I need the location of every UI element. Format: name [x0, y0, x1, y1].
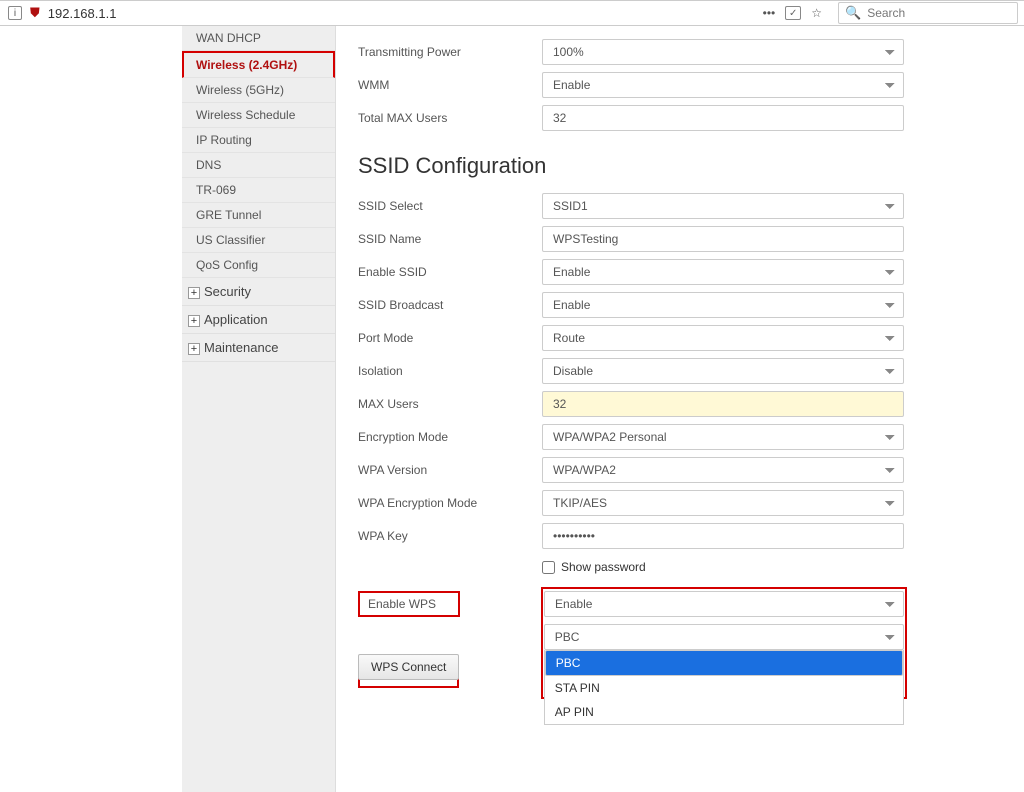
select-tx-power[interactable]: 100%	[542, 39, 904, 65]
sidebar-item-tr069[interactable]: TR-069	[182, 178, 335, 203]
sidebar-item-qos[interactable]: QoS Config	[182, 253, 335, 278]
expand-icon: +	[188, 315, 200, 327]
sidebar-item-wireless-5[interactable]: Wireless (5GHz)	[182, 78, 335, 103]
select-port-mode[interactable]: Route	[542, 325, 904, 351]
select-enable-ssid[interactable]: Enable	[542, 259, 904, 285]
label-wpa-enc: WPA Encryption Mode	[358, 496, 542, 510]
sidebar-item-wireless-24[interactable]: Wireless (2.4GHz)	[182, 51, 335, 78]
label-max-users: MAX Users	[358, 397, 542, 411]
select-wpa-enc[interactable]: TKIP/AES	[542, 490, 904, 516]
sidebar-item-wan-dhcp[interactable]: WAN DHCP	[182, 26, 335, 51]
option-ap-pin[interactable]: AP PIN	[545, 700, 903, 724]
label-port-mode: Port Mode	[358, 331, 542, 345]
dropdown-wps-mode: PBC STA PIN AP PIN	[544, 650, 904, 725]
wps-connect-button[interactable]: WPS Connect	[358, 654, 459, 680]
select-broadcast[interactable]: Enable	[542, 292, 904, 318]
row-tx-power: Transmitting Power 100%	[358, 39, 904, 65]
label-enable-ssid: Enable SSID	[358, 265, 542, 279]
sidebar-cat-label: Security	[204, 284, 251, 299]
input-ssid-name[interactable]	[542, 226, 904, 252]
sidebar-item-wireless-schedule[interactable]: Wireless Schedule	[182, 103, 335, 128]
sidebar-cat-label: Maintenance	[204, 340, 278, 355]
select-ssid[interactable]: SSID1	[542, 193, 904, 219]
label-show-password: Show password	[561, 560, 646, 574]
checkbox-show-password[interactable]	[542, 561, 555, 574]
label-wpa-version: WPA Version	[358, 463, 542, 477]
url-input[interactable]	[48, 6, 745, 21]
label-total-max-users: Total MAX Users	[358, 111, 542, 125]
shield-slash-icon[interactable]: ⛊	[30, 5, 40, 21]
input-total-max-users[interactable]	[542, 105, 904, 131]
row-total-max-users: Total MAX Users	[358, 105, 904, 131]
info-icon[interactable]: i	[8, 6, 22, 20]
sidebar-cat-application[interactable]: + Application	[182, 306, 335, 334]
option-sta-pin[interactable]: STA PIN	[545, 676, 903, 700]
sidebar-item-us-classifier[interactable]: US Classifier	[182, 228, 335, 253]
label-enc-mode: Encryption Mode	[358, 430, 542, 444]
input-max-users[interactable]	[542, 391, 904, 417]
select-enable-wps[interactable]: Enable	[544, 591, 904, 617]
search-icon: 🔍	[845, 5, 861, 21]
input-wpa-key[interactable]	[542, 523, 904, 549]
select-wps-mode[interactable]: PBC	[544, 624, 904, 650]
select-wmm[interactable]: Enable	[542, 72, 904, 98]
browser-search[interactable]: 🔍 Search	[838, 2, 1018, 24]
label-ssid-select: SSID Select	[358, 199, 542, 213]
label-enable-wps: Enable WPS	[358, 591, 460, 617]
sidebar-cat-label: Application	[204, 312, 268, 327]
select-isolation[interactable]: Disable	[542, 358, 904, 384]
more-icon[interactable]: •••	[763, 6, 776, 20]
expand-icon: +	[188, 343, 200, 355]
label-ssid-name: SSID Name	[358, 232, 542, 246]
select-enc-mode[interactable]: WPA/WPA2 Personal	[542, 424, 904, 450]
label-wpa-key: WPA Key	[358, 529, 542, 543]
pocket-icon[interactable]	[785, 6, 801, 20]
label-isolation: Isolation	[358, 364, 542, 378]
sidebar-cat-maintenance[interactable]: + Maintenance	[182, 334, 335, 362]
option-pbc[interactable]: PBC	[545, 650, 903, 676]
sidebar: WAN DHCP Wireless (2.4GHz) Wireless (5GH…	[182, 26, 336, 792]
main-content: Transmitting Power 100% WMM Enable Total…	[336, 26, 1024, 792]
label-tx-power: Transmitting Power	[358, 45, 542, 59]
sidebar-item-ip-routing[interactable]: IP Routing	[182, 128, 335, 153]
star-icon[interactable]: ☆	[811, 6, 822, 20]
label-broadcast: SSID Broadcast	[358, 298, 542, 312]
select-wpa-version[interactable]: WPA/WPA2	[542, 457, 904, 483]
sidebar-item-gre-tunnel[interactable]: GRE Tunnel	[182, 203, 335, 228]
row-wmm: WMM Enable	[358, 72, 904, 98]
search-placeholder: Search	[867, 6, 905, 20]
sidebar-cat-security[interactable]: + Security	[182, 278, 335, 306]
expand-icon: +	[188, 287, 200, 299]
section-title-ssid: SSID Configuration	[358, 153, 904, 179]
sidebar-item-dns[interactable]: DNS	[182, 153, 335, 178]
label-wmm: WMM	[358, 78, 542, 92]
browser-address-bar: i ⛊ ••• ☆ 🔍 Search	[0, 0, 1024, 26]
